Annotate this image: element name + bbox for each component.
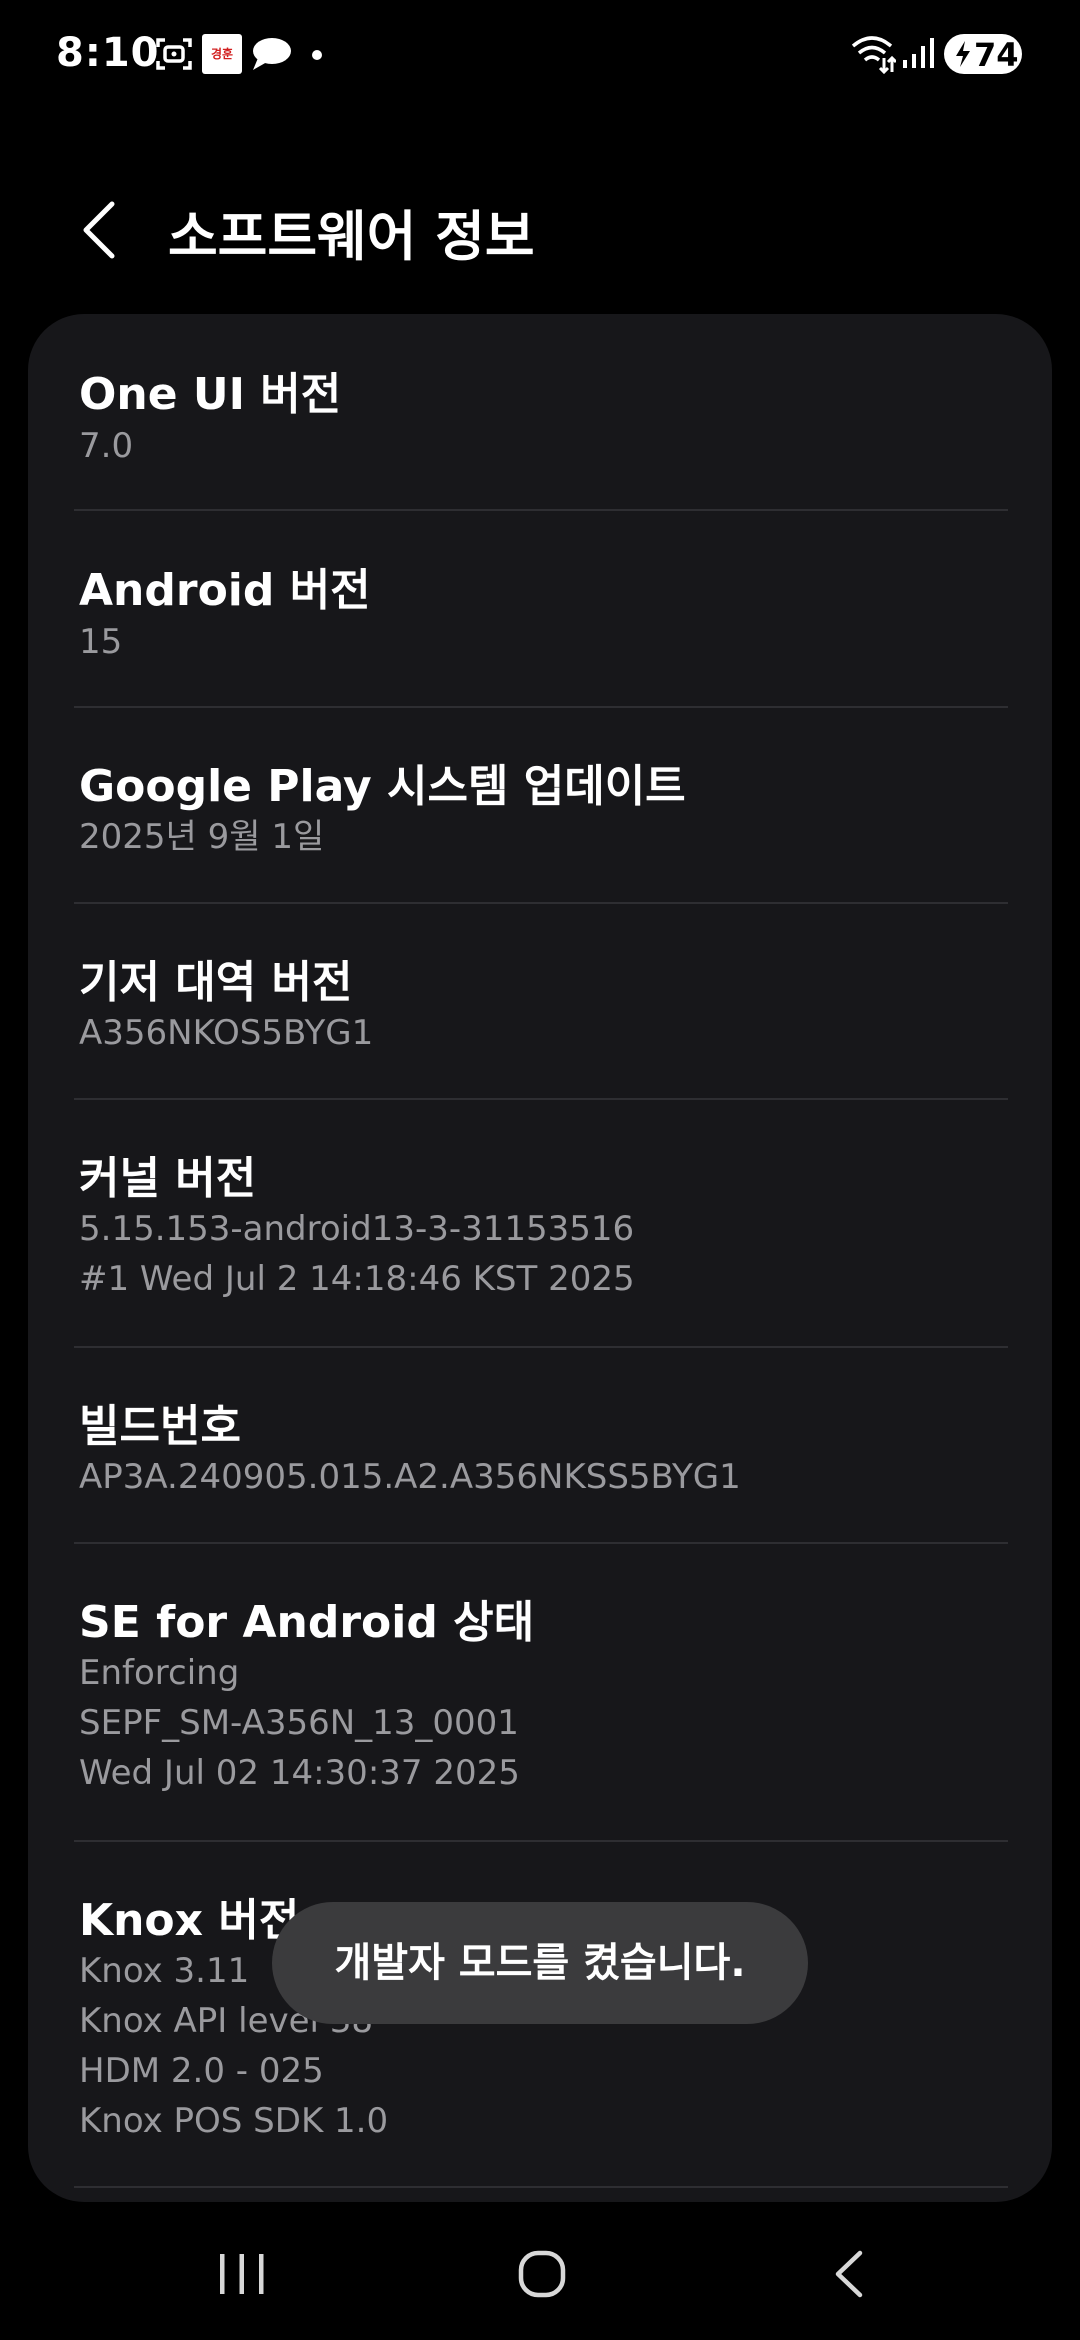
- item-title: 커널 버전: [79, 1153, 257, 1204]
- list-item-one-ui-version[interactable]: One UI 버전 7.0: [28, 314, 1052, 510]
- app-header: 소프트웨어 정보: [0, 170, 1080, 280]
- item-value: 2025년 9월 1일: [79, 817, 325, 857]
- status-time: 8:10: [56, 30, 160, 76]
- page-title: 소프트웨어 정보: [168, 205, 535, 268]
- back-icon[interactable]: [830, 2250, 866, 2298]
- item-value: A356NKOS5BYG1: [79, 1013, 374, 1053]
- screenshot-icon: [156, 38, 192, 70]
- app-badge-label: 경훈: [210, 47, 234, 61]
- notification-dot-icon: [312, 50, 322, 60]
- item-value: Wed Jul 02 14:30:37 2025: [79, 1753, 520, 1793]
- list-item-build-number[interactable]: 빌드번호 AP3A.240905.015.A2.A356NKSS5BYG1: [28, 1348, 1052, 1542]
- home-icon[interactable]: [518, 2250, 566, 2298]
- battery-level: 74: [974, 36, 1019, 74]
- talk-icon: [253, 38, 291, 70]
- item-value: 7.0: [79, 426, 134, 466]
- divider: [74, 2186, 1008, 2188]
- bolt-icon: [956, 41, 970, 67]
- list-item-kernel-version[interactable]: 커널 버전 5.15.153-android13-3-31153516 #1 W…: [28, 1100, 1052, 1346]
- item-value: Enforcing: [79, 1653, 240, 1693]
- item-title: 기저 대역 버전: [79, 957, 353, 1008]
- item-title: One UI 버전: [79, 369, 342, 420]
- wifi-data-icon: [851, 36, 896, 74]
- item-value: 15: [79, 622, 123, 662]
- app-badge-icon: 경훈: [202, 34, 242, 74]
- signal-icon: [903, 38, 934, 68]
- list-item-google-play-update[interactable]: Google Play 시스템 업데이트 2025년 9월 1일: [28, 708, 1052, 902]
- item-value: AP3A.240905.015.A2.A356NKSS5BYG1: [79, 1457, 741, 1497]
- item-value: #1 Wed Jul 2 14:18:46 KST 2025: [79, 1259, 635, 1299]
- toast-message: 개발자 모드를 켰습니다.: [272, 1902, 808, 2024]
- item-value: HDM 2.0 - 025: [79, 2051, 324, 2091]
- item-value: Knox 3.11: [79, 1951, 250, 1991]
- back-arrow-icon[interactable]: [80, 200, 120, 260]
- list-item-se-android-status[interactable]: SE for Android 상태 Enforcing SEPF_SM-A356…: [28, 1544, 1052, 1840]
- navigation-bar: [0, 2200, 1080, 2340]
- battery-charging-icon: 74: [944, 34, 1022, 74]
- recent-apps-icon[interactable]: [218, 2252, 266, 2296]
- item-title: Android 버전: [79, 565, 371, 616]
- list-item-android-version[interactable]: Android 버전 15: [28, 511, 1052, 707]
- item-title: Knox 버전: [79, 1895, 300, 1946]
- item-title: 빌드번호: [79, 1401, 241, 1452]
- list-item-baseband-version[interactable]: 기저 대역 버전 A356NKOS5BYG1: [28, 904, 1052, 1098]
- status-bar: 8:10 경훈 74: [0, 0, 1080, 110]
- item-value: SEPF_SM-A356N_13_0001: [79, 1703, 519, 1743]
- item-value: Knox POS SDK 1.0: [79, 2101, 389, 2141]
- item-title: SE for Android 상태: [79, 1597, 535, 1648]
- item-title: Google Play 시스템 업데이트: [79, 761, 686, 812]
- item-value: 5.15.153-android13-3-31153516: [79, 1209, 635, 1249]
